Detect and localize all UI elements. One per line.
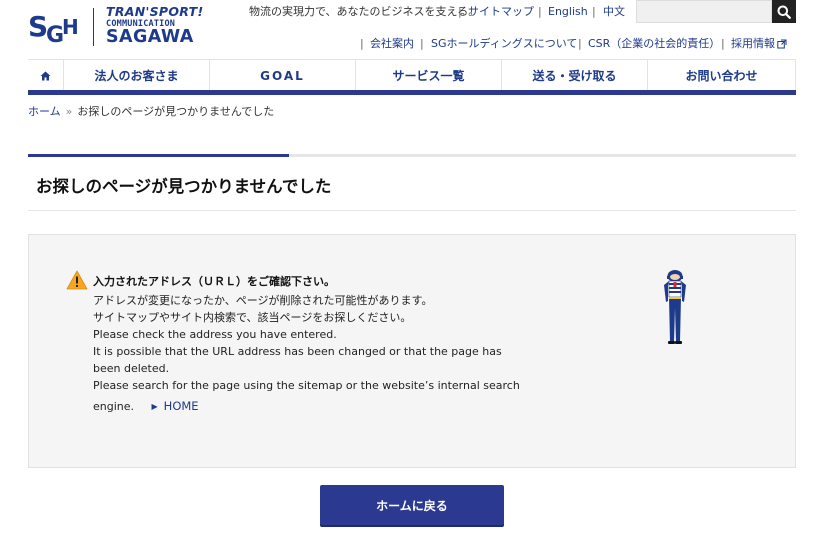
page-title: お探しのページが見つかりませんでした [36,177,332,196]
home-link-label: HOME [163,399,199,413]
error-line: Please search for the page using the sit… [93,379,520,392]
logo-divider [93,8,94,46]
top-sep: | [458,5,462,18]
logo-wordmark: TRAN'SPORT! COMMUNICATION SAGAWA [106,4,204,47]
home-text-link[interactable]: ▶ HOME [152,399,199,413]
recruit-link[interactable]: 採用情報 [731,37,775,51]
nav-underline [28,90,796,95]
nav-contact[interactable]: お問い合わせ [648,60,796,91]
csr-link[interactable]: CSR（企業の社会的責任） [588,37,720,51]
search-input[interactable] [636,0,772,23]
english-link[interactable]: English [548,5,588,19]
sgh-monogram-logo: S G H [28,10,79,48]
logo-line-sagawa: SAGAWA [106,27,194,47]
error-line: been deleted. [93,362,170,375]
company-logo[interactable]: S G H TRAN'SPORT! COMMUNICATION SAGAWA [28,4,208,48]
search-button[interactable] [772,0,796,23]
svg-text:H: H [62,15,79,39]
sub-sep: | [420,37,424,50]
sitemap-link[interactable]: サイトマップ [468,5,534,19]
sub-sep: | [721,37,725,50]
nav-send-receive[interactable]: 送る・受け取る [502,60,648,91]
error-line: Please check the address you have entere… [93,328,337,341]
error-line: サイトマップやサイト内検索で、該当ページをお探しください。 [93,311,412,324]
top-sep: | [538,5,542,18]
error-line: It is possible that the URL address has … [93,345,502,358]
top-sep: | [592,5,596,18]
nav-corporate[interactable]: 法人のお客さま [64,60,210,91]
error-description: アドレスが変更になったか、ページが削除された可能性があります。 サイトマップやサ… [93,292,533,415]
company-info-link[interactable]: 会社案内 [370,37,414,51]
back-to-home-button[interactable]: ホームに戻る [320,485,504,525]
triangle-right-icon: ▶ [151,402,158,411]
nav-home[interactable] [28,60,64,91]
bowing-staff-illustration [664,270,686,344]
breadcrumb: ホーム » お探しのページが見つかりませんでした [28,105,274,119]
external-link-icon [777,39,787,49]
chinese-link[interactable]: 中文 [603,5,625,19]
nav-goal[interactable]: GOAL [210,60,356,91]
error-line-last: engine. ▶ HOME [93,398,533,415]
title-divider [28,210,796,211]
sg-holdings-link[interactable]: SGホールディングスについて [431,37,577,51]
error-line: アドレスが変更になったか、ページが削除された可能性があります。 [93,294,433,307]
breadcrumb-current: お探しのページが見つかりませんでした [77,105,275,118]
search-icon [777,5,791,19]
sub-sep: | [578,37,582,50]
home-icon [40,71,51,80]
global-nav: 法人のお客さま GOAL サービス一覧 送る・受け取る お問い合わせ [28,59,796,91]
logo-line-transport: TRAN'SPORT! [106,4,204,19]
error-line: engine. [93,400,135,413]
sub-sep: | [360,37,364,50]
error-heading: 入力されたアドレス（ＵＲＬ）をご確認下さい。 [93,275,335,288]
tagline: 物流の実現力で、あなたのビジネスを支える。 [249,5,480,18]
warning-icon [66,270,88,290]
breadcrumb-home-link[interactable]: ホーム [28,105,61,118]
nav-services[interactable]: サービス一覧 [356,60,502,91]
breadcrumb-separator: » [65,105,73,118]
title-rule-accent [28,154,289,157]
